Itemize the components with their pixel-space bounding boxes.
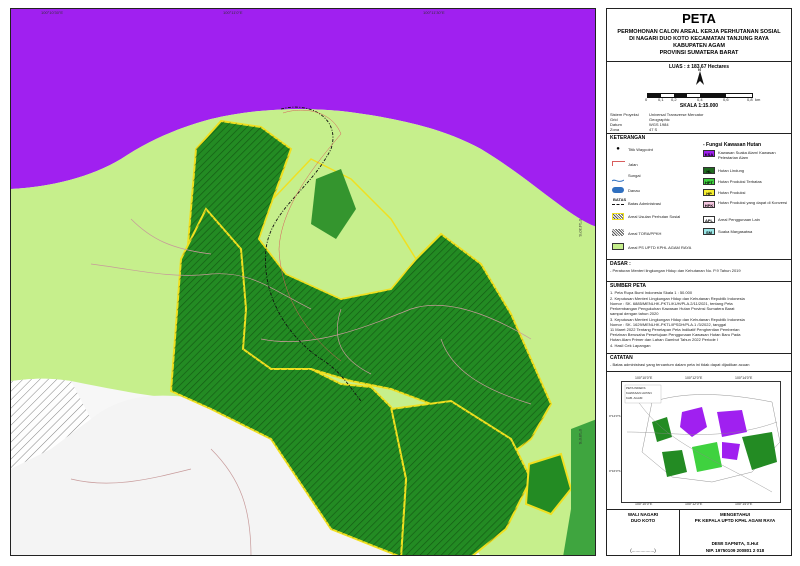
scale-tick-0: 0 bbox=[645, 97, 648, 102]
divider bbox=[607, 259, 791, 260]
usulan-icon bbox=[612, 213, 624, 220]
ps-icon bbox=[612, 243, 624, 250]
apl-swatch: APL bbox=[703, 216, 715, 223]
legend-hpt: Hutan Produksi Terbatas bbox=[718, 179, 762, 184]
mengetahui-1: MENGETAHUI bbox=[720, 512, 750, 517]
inset-grid-bottom-3: 100°14'0"E bbox=[735, 502, 753, 506]
hpt-swatch: HPT bbox=[703, 178, 715, 185]
legend-batas: Batas Administrasi bbox=[628, 201, 661, 206]
divider bbox=[607, 353, 791, 354]
map-canvas[interactable] bbox=[11, 9, 596, 556]
inset-map-canvas bbox=[622, 382, 780, 502]
danau-icon bbox=[612, 187, 624, 193]
ksa-swatch: KSA bbox=[703, 150, 715, 157]
grid-label-top-2: 100°11'0"E bbox=[223, 10, 243, 15]
sumber-title: SUMBER PETA bbox=[610, 283, 647, 289]
legend-sungai: Sungai bbox=[628, 173, 641, 178]
subtitle-line-2: DI NAGARI DUO KOTO KECAMATAN TANJUNG RAY… bbox=[629, 36, 769, 42]
sumber-line-1: 1. Peta Rupa Bumi Indonesia Skala 1 : 50… bbox=[610, 290, 693, 295]
legend-hpk: Hutan Produksi yang dapat di Konversi bbox=[718, 200, 788, 205]
scale-tick-km: km bbox=[755, 97, 761, 102]
proj-key-4: Zona bbox=[610, 127, 620, 132]
legend-jalan: Jalan bbox=[628, 162, 638, 167]
catatan-title: CATATAN bbox=[610, 355, 633, 361]
batas-tag: BATAS bbox=[613, 197, 627, 202]
inset-grid-top-2: 100°12'0"E bbox=[685, 376, 703, 380]
hp-swatch: HP bbox=[703, 189, 715, 196]
legend-ps: Areal PS UPTD KPHL AGAM RAYA bbox=[628, 245, 692, 250]
scale-tick-4: 0,6 bbox=[723, 97, 729, 102]
batas-icon bbox=[612, 204, 624, 205]
jalan-icon bbox=[612, 161, 625, 166]
subtitle-line-4: PROVINSI SUMATERA BARAT bbox=[659, 50, 739, 56]
hl-swatch: HL bbox=[703, 167, 715, 174]
sm-swatch: SM bbox=[703, 228, 715, 235]
inset-label-2: KAWASAN HUTAN bbox=[626, 391, 652, 395]
grid-label-right-1: 0°14'30"S bbox=[578, 219, 583, 237]
hpk-swatch: HPK bbox=[703, 201, 715, 208]
tora-icon bbox=[612, 229, 624, 236]
inset-map[interactable]: PETA INDEKS KAWASAN HUTAN KAB. AGAM bbox=[621, 381, 781, 503]
legend-waypoint: Titik Waypoint bbox=[628, 147, 653, 152]
keterangan-title: KETERANGAN bbox=[610, 135, 646, 141]
sungai-icon bbox=[611, 172, 625, 182]
map-frame[interactable]: 100°10'30"E 100°11'0"E 100°11'30"E 0°14'… bbox=[10, 8, 596, 556]
grid-label-right-2: 0°15'0"S bbox=[578, 429, 583, 445]
divider bbox=[607, 281, 791, 282]
subtitle-line-3: KABUPATEN AGAM bbox=[673, 43, 725, 49]
catatan-text: - Batas administrasi yang tercantum dala… bbox=[610, 362, 750, 367]
fungsi-title: - Fungsi Kawasan Hutan bbox=[703, 142, 762, 148]
legend-apl: Areal Penggunaan Lain bbox=[718, 217, 760, 222]
inset-grid-left-1: 0°14'0"S bbox=[609, 414, 621, 418]
scale-tick-2: 0,2 bbox=[671, 97, 677, 102]
divider bbox=[607, 61, 791, 62]
sumber-line-5: sampai dengan tahun 2020 bbox=[610, 311, 659, 316]
subtitle-line-1: PERMOHONAN CALON AREAL KERJA PERHUTANAN … bbox=[617, 29, 781, 35]
legend-hp: Hutan Produksi bbox=[718, 190, 746, 195]
map-layout: 100°10'30"E 100°11'0"E 100°11'30"E 0°14'… bbox=[0, 0, 800, 566]
grid-label-top-3: 100°11'30"E bbox=[423, 10, 445, 15]
sumber-line-10: Hutan Alam Primer dan Lahan Gambut Tahun… bbox=[610, 337, 718, 342]
officer-nip: NIP. 19750109 200801 2 018 bbox=[705, 548, 765, 553]
legend-ksa: Kawasan Suaka Alam/ Kawasan Pelestarian … bbox=[718, 150, 776, 160]
legend-tora: Areal TORA/PPKH bbox=[628, 231, 662, 236]
legend-danau: Danau bbox=[628, 188, 640, 193]
legend-panel: PETA PERMOHONAN CALON AREAL KERJA PERHUT… bbox=[606, 8, 792, 556]
inset-grid-bottom-1: 100°10'0"E bbox=[635, 502, 653, 506]
north-arrow-icon bbox=[696, 71, 704, 85]
dasar-title: DASAR : bbox=[610, 261, 631, 267]
sumber-line-11: 4. Hasil Cek Lapangan bbox=[610, 343, 651, 348]
divider bbox=[607, 133, 791, 134]
inset-label-3: KAB. AGAM bbox=[626, 396, 643, 400]
wali-title-1: WALI NAGARI bbox=[627, 512, 659, 517]
legend-sm: Suaka Margasatwa bbox=[718, 229, 753, 234]
wali-title-2: DUO KOTO bbox=[630, 518, 656, 523]
legend-hl: Hutan Lindung bbox=[718, 168, 745, 173]
proj-val-4: 47 S bbox=[649, 127, 658, 132]
grid-label-top-1: 100°10'30"E bbox=[41, 10, 64, 15]
scale-tick-5: 0,8 bbox=[747, 97, 753, 102]
mengetahui-2: PK KEPALA UPTD KPHL AGAM RAYA bbox=[694, 518, 776, 523]
dasar-text: - Peraturan Menteri lingkungan Hidup dan… bbox=[610, 268, 741, 273]
inset-grid-bottom-2: 100°12'0"E bbox=[685, 502, 703, 506]
inset-grid-left-2: 0°16'0"S bbox=[609, 469, 621, 473]
wali-sign: (..................) bbox=[630, 548, 656, 553]
legend-usulan: Areal Usulan Perhutan Sosial bbox=[628, 214, 681, 219]
inset-label-1: PETA INDEKS bbox=[626, 386, 646, 390]
scale-tick-1: 0,1 bbox=[658, 97, 664, 102]
inset-grid-top-1: 100°10'0"E bbox=[635, 376, 653, 380]
inset-grid-top-3: 100°14'0"E bbox=[735, 376, 753, 380]
map-title: PETA bbox=[682, 11, 716, 26]
divider bbox=[607, 509, 791, 510]
scale-tick-3: 0,4 bbox=[697, 97, 703, 102]
officer-name: DEWI SAPNITA, S.Hut bbox=[711, 541, 759, 546]
north-label: N bbox=[698, 67, 701, 72]
waypoint-icon: ● bbox=[616, 146, 620, 152]
skala-label: SKALA 1:15.000 bbox=[679, 103, 719, 109]
divider bbox=[607, 371, 791, 372]
